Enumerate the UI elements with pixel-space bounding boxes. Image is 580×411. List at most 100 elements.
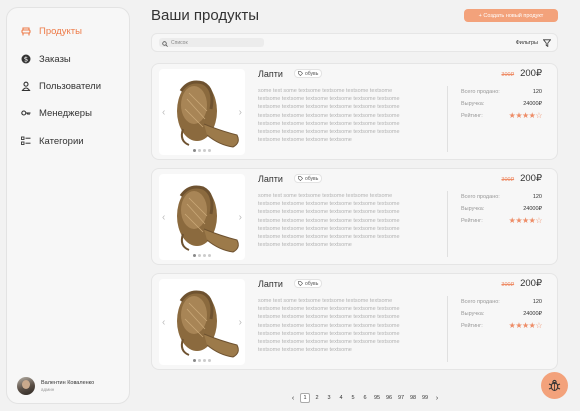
search-bar: Фильтры (151, 33, 558, 52)
sidebar-item-orders[interactable]: $ Заказы (21, 52, 71, 66)
stat-value: 24000₽ (523, 311, 542, 317)
next-image-arrow[interactable]: › (239, 212, 242, 223)
new-price: 200₽ (520, 68, 542, 79)
page-button[interactable]: 6 (360, 393, 370, 403)
page-button[interactable]: 98 (408, 393, 418, 403)
page-button[interactable]: 4 (336, 393, 346, 403)
category-tag[interactable]: обувь (294, 174, 323, 183)
rating-stars: ★★★★☆ (508, 216, 543, 225)
sidebar-item-managers[interactable]: Менеджеры (21, 106, 92, 120)
image-dot[interactable] (203, 254, 206, 257)
sidebar-item-categories[interactable]: Категории (21, 134, 84, 148)
price: 300₽ 200₽ (501, 173, 542, 184)
page-button[interactable]: 1 (300, 393, 310, 403)
image-dot[interactable] (193, 359, 196, 362)
rating-stars: ★★★★☆ (508, 321, 543, 330)
sidebar-item-label: Категории (39, 135, 84, 147)
stat-revenue: Выручка: 24000₽ (461, 101, 542, 107)
bast-shoe-image (177, 80, 239, 148)
tag-label: обувь (305, 70, 319, 77)
image-dot[interactable] (208, 359, 211, 362)
sidebar-item-label: Менеджеры (39, 107, 92, 119)
product-image: ‹ › (159, 174, 245, 260)
create-product-button[interactable]: + Создать новый продукт (464, 9, 558, 22)
next-image-arrow[interactable]: › (239, 317, 242, 328)
old-price: 300₽ (501, 282, 515, 288)
stat-label: Рейтинг: (461, 323, 483, 329)
stat-label: Всего продано: (461, 194, 500, 200)
page-button[interactable]: 3 (324, 393, 334, 403)
image-dots (193, 254, 211, 257)
image-dot[interactable] (208, 254, 211, 257)
old-price: 300₽ (501, 177, 515, 183)
tag-icon (298, 71, 303, 76)
image-dot[interactable] (203, 149, 206, 152)
tag-label: обувь (305, 280, 319, 287)
stat-value: 24000₽ (523, 206, 542, 212)
page-button[interactable]: 2 (312, 393, 322, 403)
image-dot[interactable] (208, 149, 211, 152)
page-button[interactable]: 5 (348, 393, 358, 403)
user-role: админ (41, 387, 55, 392)
product-card[interactable]: ‹ › Лапти обувь some text some textsome … (151, 273, 558, 370)
help-button[interactable] (541, 372, 568, 399)
stat-label: Всего продано: (461, 89, 500, 95)
stat-label: Рейтинг: (461, 113, 483, 119)
product-name: Лапти (258, 279, 283, 289)
image-dot[interactable] (203, 359, 206, 362)
image-dots (193, 149, 211, 152)
product-description: some text some textsome textsome textsom… (258, 298, 400, 354)
user-profile[interactable]: Валентин Коваленко админ (17, 377, 94, 395)
page-button[interactable]: 99 (420, 393, 430, 403)
filters-button[interactable]: Фильтры (516, 39, 551, 47)
filters-label: Фильтры (515, 40, 538, 46)
search-field[interactable] (159, 38, 264, 47)
product-image: ‹ › (159, 279, 245, 365)
next-image-arrow[interactable]: › (239, 107, 242, 118)
new-price: 200₽ (520, 173, 542, 184)
image-dot[interactable] (198, 254, 201, 257)
sidebar-item-label: Пользователи (39, 80, 102, 92)
prev-image-arrow[interactable]: ‹ (162, 212, 165, 223)
sidebar-item-products[interactable]: Продукты (21, 24, 82, 38)
stat-rating: Рейтинг: ★★★★☆ (461, 216, 543, 226)
stat-sold: Всего продано: 120 (461, 89, 542, 95)
prev-image-arrow[interactable]: ‹ (162, 107, 165, 118)
old-price: 300₽ (501, 72, 515, 78)
price: 300₽ 200₽ (501, 68, 542, 79)
product-description: some text some textsome textsome textsom… (258, 193, 400, 249)
product-name: Лапти (258, 69, 283, 79)
list-icon (21, 136, 31, 146)
product-card[interactable]: ‹ › Лапти обувь some text some textsome … (151, 168, 558, 265)
tag-icon (298, 176, 303, 181)
rating-stars: ★★★★☆ (508, 111, 543, 120)
search-input[interactable] (171, 39, 261, 46)
sidebar-item-label: Продукты (39, 25, 82, 37)
next-page-arrow[interactable]: › (432, 393, 442, 403)
page-button[interactable]: 95 (372, 393, 382, 403)
pagination: ‹ 1 2 3 4 5 6 95 96 97 98 99 › (288, 393, 442, 403)
bug-icon (548, 379, 561, 392)
avatar (17, 377, 35, 395)
prev-image-arrow[interactable]: ‹ (162, 317, 165, 328)
image-dot[interactable] (198, 359, 201, 362)
image-dot[interactable] (198, 149, 201, 152)
image-dot[interactable] (193, 149, 196, 152)
page-button[interactable]: 97 (396, 393, 406, 403)
prev-page-arrow[interactable]: ‹ (288, 393, 298, 403)
user-name: Валентин Коваленко (41, 380, 95, 386)
image-dot[interactable] (193, 254, 196, 257)
sidebar-item-users[interactable]: Пользователи (21, 79, 101, 93)
page-button[interactable]: 96 (384, 393, 394, 403)
stat-value: 120 (532, 194, 542, 200)
bast-shoe-image (177, 290, 239, 358)
product-card[interactable]: ‹ › Лапти обувь some text some textsome … (151, 63, 558, 160)
stat-revenue: Выручка: 24000₽ (461, 206, 542, 212)
stat-label: Выручка: (461, 206, 485, 212)
category-tag[interactable]: обувь (294, 69, 323, 78)
filter-icon (543, 39, 551, 47)
category-tag[interactable]: обувь (294, 279, 323, 288)
product-name: Лапти (258, 174, 283, 184)
page-title: Ваши продукты (151, 7, 260, 24)
search-icon (162, 34, 168, 52)
